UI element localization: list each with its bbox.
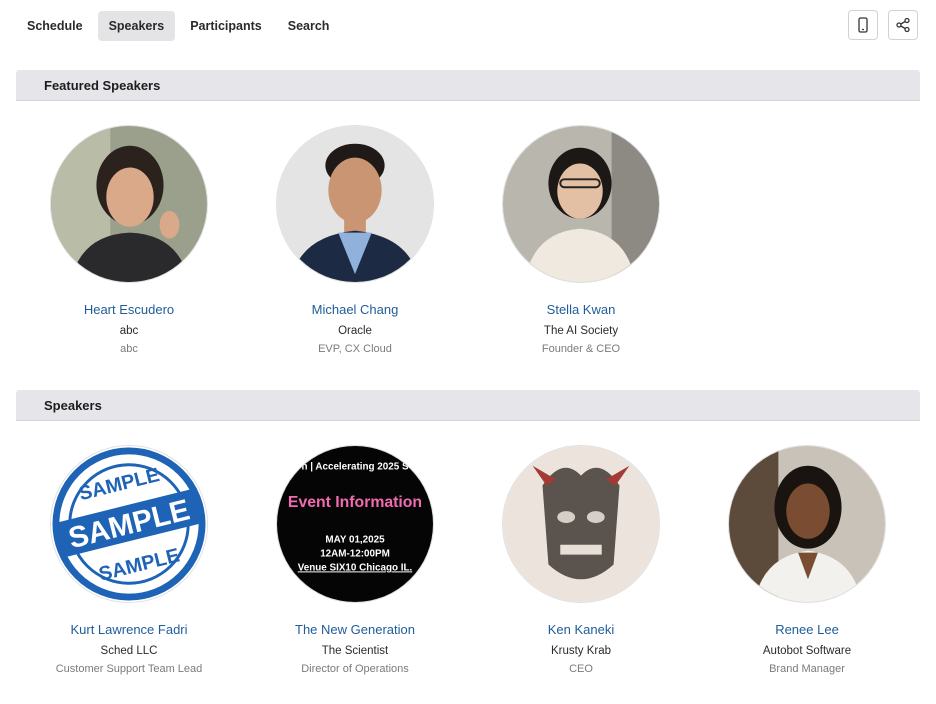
demon-mask-image — [503, 446, 659, 602]
tab-bar: Schedule Speakers Participants Search — [16, 11, 340, 41]
speaker-photo[interactable] — [502, 445, 660, 603]
svg-text:12AM-12:00PM: 12AM-12:00PM — [320, 549, 390, 560]
svg-text:MAY 01,2025: MAY 01,2025 — [325, 535, 385, 546]
speaker-name[interactable]: Renee Lee — [702, 622, 912, 637]
svg-text:Venue SIX10 Chicago IL.: Venue SIX10 Chicago IL. — [298, 562, 413, 573]
speaker-company: Krusty Krab — [550, 645, 612, 657]
speaker-role: Founder & CEO — [541, 343, 621, 355]
speaker-company: Oracle — [338, 325, 372, 337]
speaker-name[interactable]: Ken Kaneki — [476, 622, 686, 637]
speaker-card[interactable]: Renee Lee Autobot Software Brand Manager — [702, 445, 912, 675]
speaker-name[interactable]: Heart Escudero — [24, 302, 234, 317]
speaker-company: The Scientist — [321, 645, 389, 657]
svg-text:Event Information: Event Information — [288, 494, 422, 511]
speaker-company: Sched LLC — [100, 645, 158, 657]
speaker-photo[interactable] — [50, 125, 208, 283]
featured-speakers-header: Featured Speakers — [16, 70, 920, 101]
tab-participants[interactable]: Participants — [179, 11, 273, 41]
speaker-name[interactable]: Kurt Lawrence Fadri — [24, 622, 234, 637]
speaker-role: Customer Support Team Lead — [55, 663, 203, 675]
speaker-card[interactable]: Ken Kaneki Krusty Krab CEO — [476, 445, 686, 675]
speaker-name[interactable]: Stella Kwan — [476, 302, 686, 317]
portrait-image — [503, 126, 659, 282]
share-icon — [896, 17, 910, 33]
speaker-name[interactable]: Michael Chang — [250, 302, 460, 317]
speaker-role: CEO — [569, 663, 593, 675]
speaker-role: Brand Manager — [769, 663, 845, 675]
speaker-card[interactable]: Stella Kwan The AI Society Founder & CEO — [476, 125, 686, 355]
tab-search[interactable]: Search — [277, 11, 341, 41]
speaker-company: Autobot Software — [762, 645, 852, 657]
speakers-header: Speakers — [16, 390, 920, 421]
speaker-role: abc — [120, 343, 138, 355]
section-title: Speakers — [44, 398, 102, 413]
share-button[interactable] — [888, 10, 918, 40]
portrait-image — [277, 126, 433, 282]
speaker-photo[interactable] — [728, 445, 886, 603]
section-title: Featured Speakers — [44, 78, 161, 93]
tab-speakers[interactable]: Speakers — [97, 11, 176, 41]
portrait-image — [729, 446, 885, 602]
speaker-photo[interactable]: n | Accelerating 2025 S Event Informatio… — [276, 445, 434, 603]
speaker-company: The AI Society — [543, 325, 619, 337]
speaker-card[interactable]: Michael Chang Oracle EVP, CX Cloud — [250, 125, 460, 355]
speaker-card[interactable]: Heart Escudero abc abc — [24, 125, 234, 355]
sample-stamp-image: SAMPLE SAMPLE SAMPLE — [51, 446, 207, 602]
event-poster-image: n | Accelerating 2025 S Event Informatio… — [277, 446, 433, 602]
speaker-photo[interactable] — [502, 125, 660, 283]
speaker-role: EVP, CX Cloud — [318, 343, 392, 355]
top-navigation: Schedule Speakers Participants Search — [0, 0, 936, 52]
speaker-photo[interactable]: SAMPLE SAMPLE SAMPLE — [50, 445, 208, 603]
speaker-company: abc — [119, 325, 139, 337]
speaker-card[interactable]: SAMPLE SAMPLE SAMPLE Kurt Lawrence Fadri… — [24, 445, 234, 675]
mobile-view-button[interactable] — [848, 10, 878, 40]
speaker-photo[interactable] — [276, 125, 434, 283]
mobile-phone-icon — [858, 17, 868, 33]
speaker-card[interactable]: n | Accelerating 2025 S Event Informatio… — [250, 445, 460, 675]
speaker-role: Director of Operations — [301, 663, 409, 675]
speaker-name[interactable]: The New Generation — [250, 622, 460, 637]
tab-schedule[interactable]: Schedule — [16, 11, 94, 41]
portrait-image — [51, 126, 207, 282]
svg-text:n | Accelerating 2025 S: n | Accelerating 2025 S — [301, 462, 408, 473]
